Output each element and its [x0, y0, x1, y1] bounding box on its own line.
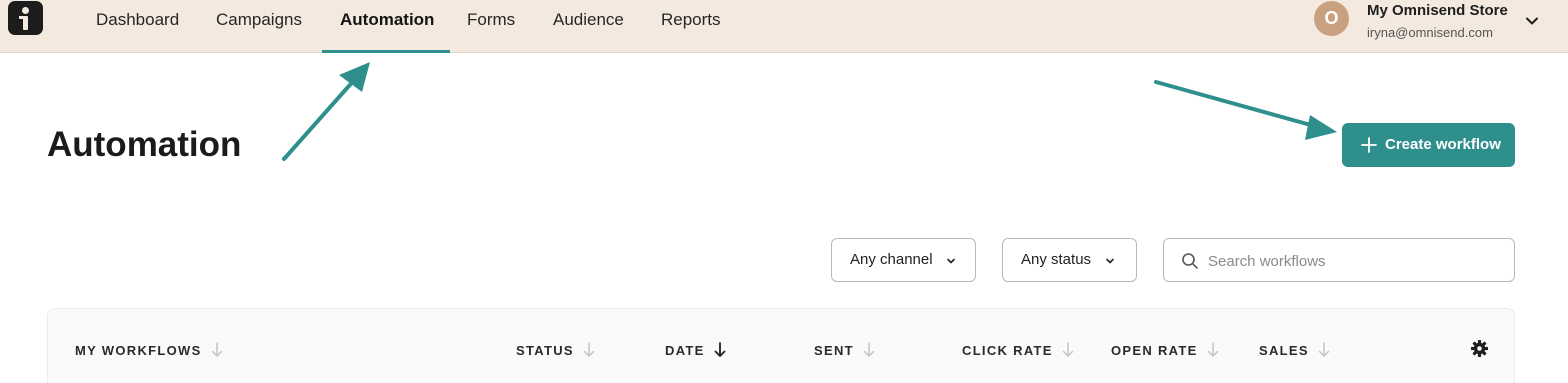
arrow-down-icon: [714, 342, 726, 357]
arrow-down-icon: [1062, 342, 1074, 357]
create-workflow-label: Create workflow: [1385, 136, 1501, 153]
column-label: OPEN RATE: [1111, 342, 1198, 358]
store-name: My Omnisend Store: [1367, 2, 1508, 19]
column-header-open-rate[interactable]: OPEN RATE: [1111, 341, 1220, 359]
nav-item-automation[interactable]: Automation: [340, 10, 434, 30]
column-header-my-workflows[interactable]: MY WORKFLOWS: [75, 341, 224, 359]
page-title: Automation: [47, 125, 242, 164]
column-label: SALES: [1259, 342, 1309, 358]
chevron-down-icon: [1106, 258, 1114, 264]
top-navigation-bar: Dashboard Campaigns Automation Forms Aud…: [0, 0, 1568, 53]
active-tab-indicator: [322, 50, 450, 53]
annotation-arrow-automation-tab: [282, 62, 370, 161]
arrow-down-icon: [211, 342, 222, 357]
nav-item-audience[interactable]: Audience: [553, 10, 624, 30]
chevron-down-icon[interactable]: [1524, 13, 1540, 29]
column-label: DATE: [665, 342, 705, 358]
logo-stem: [23, 16, 28, 30]
column-label: MY WORKFLOWS: [75, 342, 202, 358]
arrow-down-icon: [1207, 342, 1218, 357]
search-input[interactable]: [1208, 249, 1498, 273]
column-header-sent[interactable]: SENT: [814, 341, 876, 359]
column-header-date[interactable]: DATE: [665, 341, 727, 359]
search-workflows-field[interactable]: [1163, 238, 1515, 282]
gear-icon[interactable]: [1470, 339, 1489, 358]
search-icon: [1182, 253, 1198, 269]
column-header-click-rate[interactable]: CLICK RATE: [962, 341, 1075, 359]
logo-dot: [22, 7, 29, 14]
account-email: iryna@omnisend.com: [1367, 25, 1493, 40]
nav-item-reports[interactable]: Reports: [661, 10, 721, 30]
nav-item-dashboard[interactable]: Dashboard: [96, 10, 179, 30]
status-filter-dropdown[interactable]: Any status: [1002, 238, 1137, 282]
column-header-sales[interactable]: SALES: [1259, 341, 1331, 359]
nav-item-forms[interactable]: Forms: [467, 10, 515, 30]
arrow-down-icon: [583, 342, 595, 357]
column-label: STATUS: [516, 342, 574, 358]
omnisend-logo-icon[interactable]: [8, 1, 43, 35]
create-workflow-button[interactable]: Create workflow: [1342, 123, 1515, 167]
arrow-down-icon: [863, 342, 875, 357]
plus-icon: [1361, 137, 1377, 153]
column-header-status[interactable]: STATUS: [516, 341, 596, 359]
status-filter-label: Any status: [1021, 251, 1092, 268]
channel-filter-label: Any channel: [850, 251, 933, 268]
nav-item-campaigns[interactable]: Campaigns: [216, 10, 302, 30]
arrow-down-icon: [1318, 342, 1330, 357]
avatar[interactable]: O: [1314, 1, 1349, 36]
channel-filter-dropdown[interactable]: Any channel: [831, 238, 976, 282]
column-label: SENT: [814, 342, 854, 358]
annotation-arrow-create-workflow: [1154, 80, 1337, 140]
chevron-down-icon: [947, 258, 955, 264]
column-label: CLICK RATE: [962, 342, 1053, 358]
